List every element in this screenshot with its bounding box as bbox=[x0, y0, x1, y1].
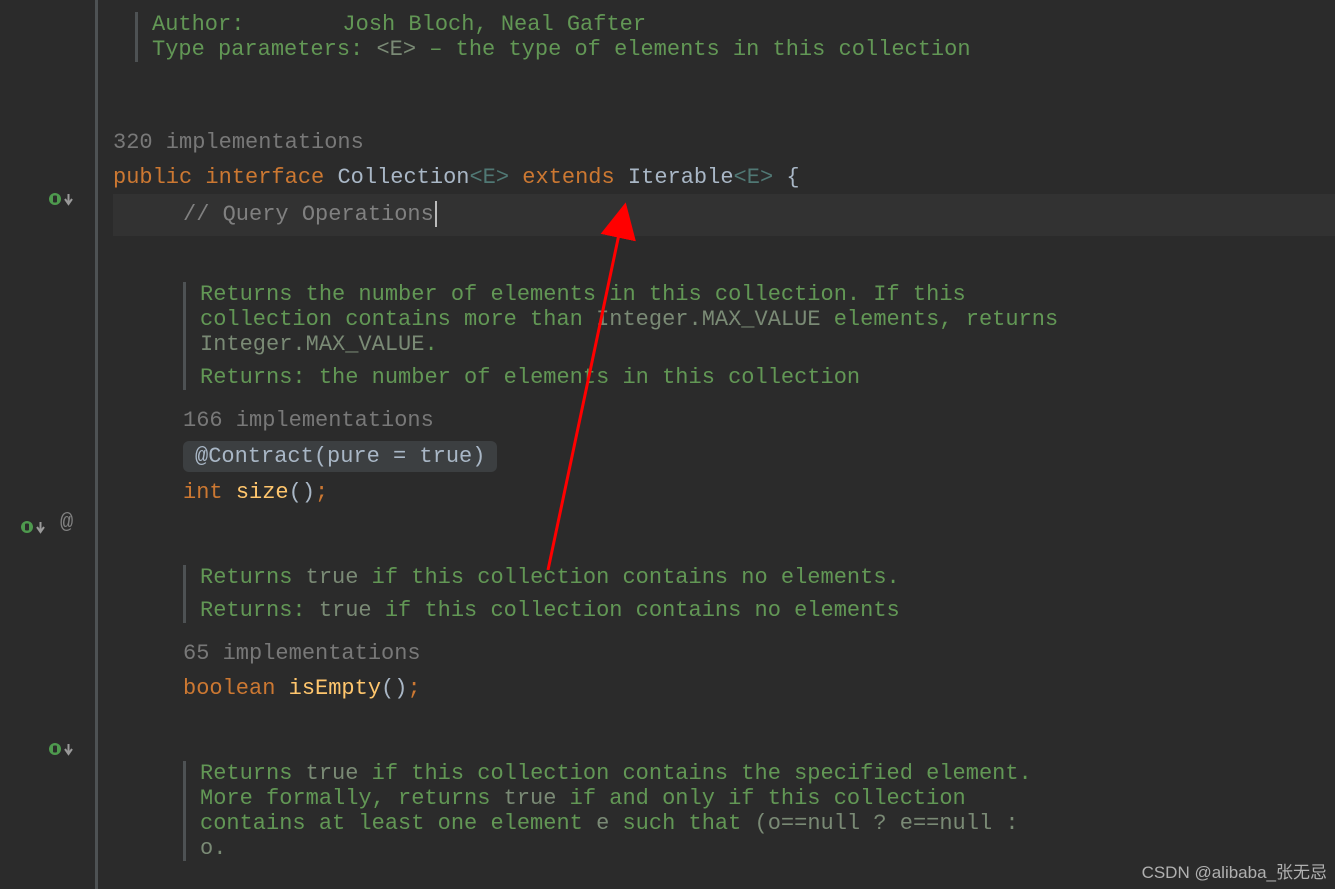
javadoc-block-isempty: Returns true if this collection contains… bbox=[183, 565, 1335, 623]
javadoc-block-size: Returns the number of elements in this c… bbox=[183, 282, 1335, 390]
doc-author-value: Josh Bloch, Neal Gafter bbox=[342, 12, 646, 37]
implementations-icon[interactable] bbox=[48, 192, 73, 206]
implementations-icon[interactable] bbox=[20, 520, 45, 534]
javadoc-block: Author: Josh Bloch, Neal Gafter Type para… bbox=[135, 12, 1335, 62]
text-cursor bbox=[435, 201, 437, 227]
contract-annotation-icon[interactable]: @ bbox=[60, 510, 73, 535]
method-size: int size(); bbox=[183, 480, 1335, 505]
implementations-hint[interactable]: 166 implementations bbox=[183, 408, 1335, 433]
interface-declaration: public interface Collection<E> extends I… bbox=[113, 165, 1335, 190]
javadoc-block-contains: Returns true if this collection contains… bbox=[183, 761, 1335, 861]
method-isempty: boolean isEmpty(); bbox=[183, 676, 1335, 701]
implementations-hint[interactable]: 320 implementations bbox=[113, 130, 1335, 155]
doc-author-label: Author: bbox=[152, 12, 244, 37]
implementations-hint[interactable]: 65 implementations bbox=[183, 641, 1335, 666]
editor-gutter: @ bbox=[0, 0, 95, 889]
watermark: CSDN @alibaba_张无忌 bbox=[1142, 858, 1327, 883]
doc-typeparams-label: Type parameters: bbox=[152, 37, 363, 62]
contract-annotation[interactable]: @Contract(pure = true) bbox=[183, 441, 497, 472]
code-editor[interactable]: Author: Josh Bloch, Neal Gafter Type para… bbox=[95, 0, 1335, 889]
current-line: // Query Operations bbox=[113, 194, 1335, 236]
implementations-icon[interactable] bbox=[48, 742, 73, 756]
